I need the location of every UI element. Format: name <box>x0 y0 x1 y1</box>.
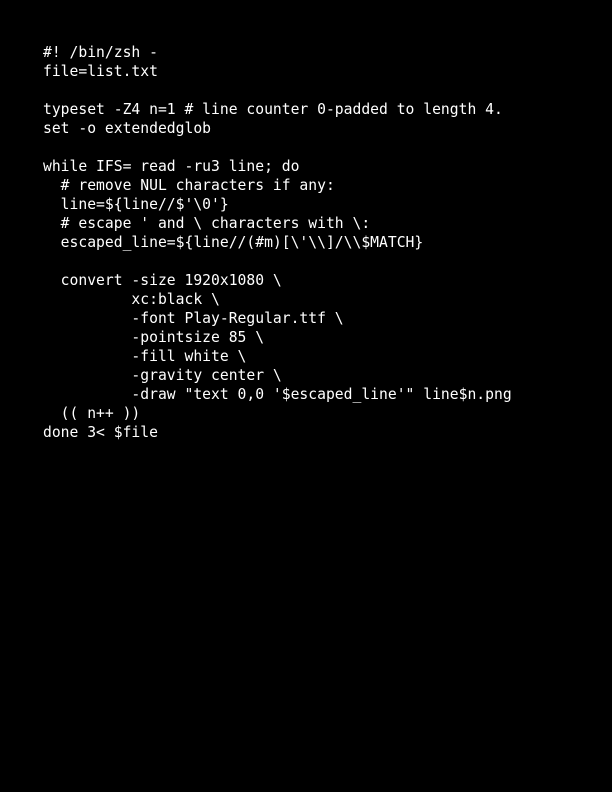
code-line: file=list.txt <box>43 63 158 80</box>
code-line: -gravity center \ <box>43 367 282 384</box>
code-line: # escape ' and \ characters with \: <box>43 215 371 232</box>
code-line: (( n++ )) <box>43 405 141 422</box>
code-line: typeset -Z4 n=1 # line counter 0-padded … <box>43 101 503 118</box>
code-line: xc:black \ <box>43 291 220 308</box>
code-line: convert -size 1920x1080 \ <box>43 272 282 289</box>
code-line: # remove NUL characters if any: <box>43 177 335 194</box>
code-block: #! /bin/zsh - file=list.txt typeset -Z4 n=… <box>43 43 512 442</box>
code-line: -font Play-Regular.ttf \ <box>43 310 344 327</box>
code-line: done 3< $file <box>43 424 158 441</box>
code-line: line=${line//$'\0'} <box>43 196 229 213</box>
document-page: #! /bin/zsh - file=list.txt typeset -Z4 n=… <box>0 0 612 792</box>
code-line: -draw "text 0,0 '$escaped_line'" line$n.… <box>43 386 512 403</box>
code-line: -pointsize 85 \ <box>43 329 265 346</box>
code-line: -fill white \ <box>43 348 247 365</box>
code-line: escaped_line=${line//(#m)[\'\\]/\\$MATCH… <box>43 234 424 251</box>
code-line: set -o extendedglob <box>43 120 212 137</box>
code-line: while IFS= read -ru3 line; do <box>43 158 300 175</box>
code-line: #! /bin/zsh - <box>43 44 158 61</box>
